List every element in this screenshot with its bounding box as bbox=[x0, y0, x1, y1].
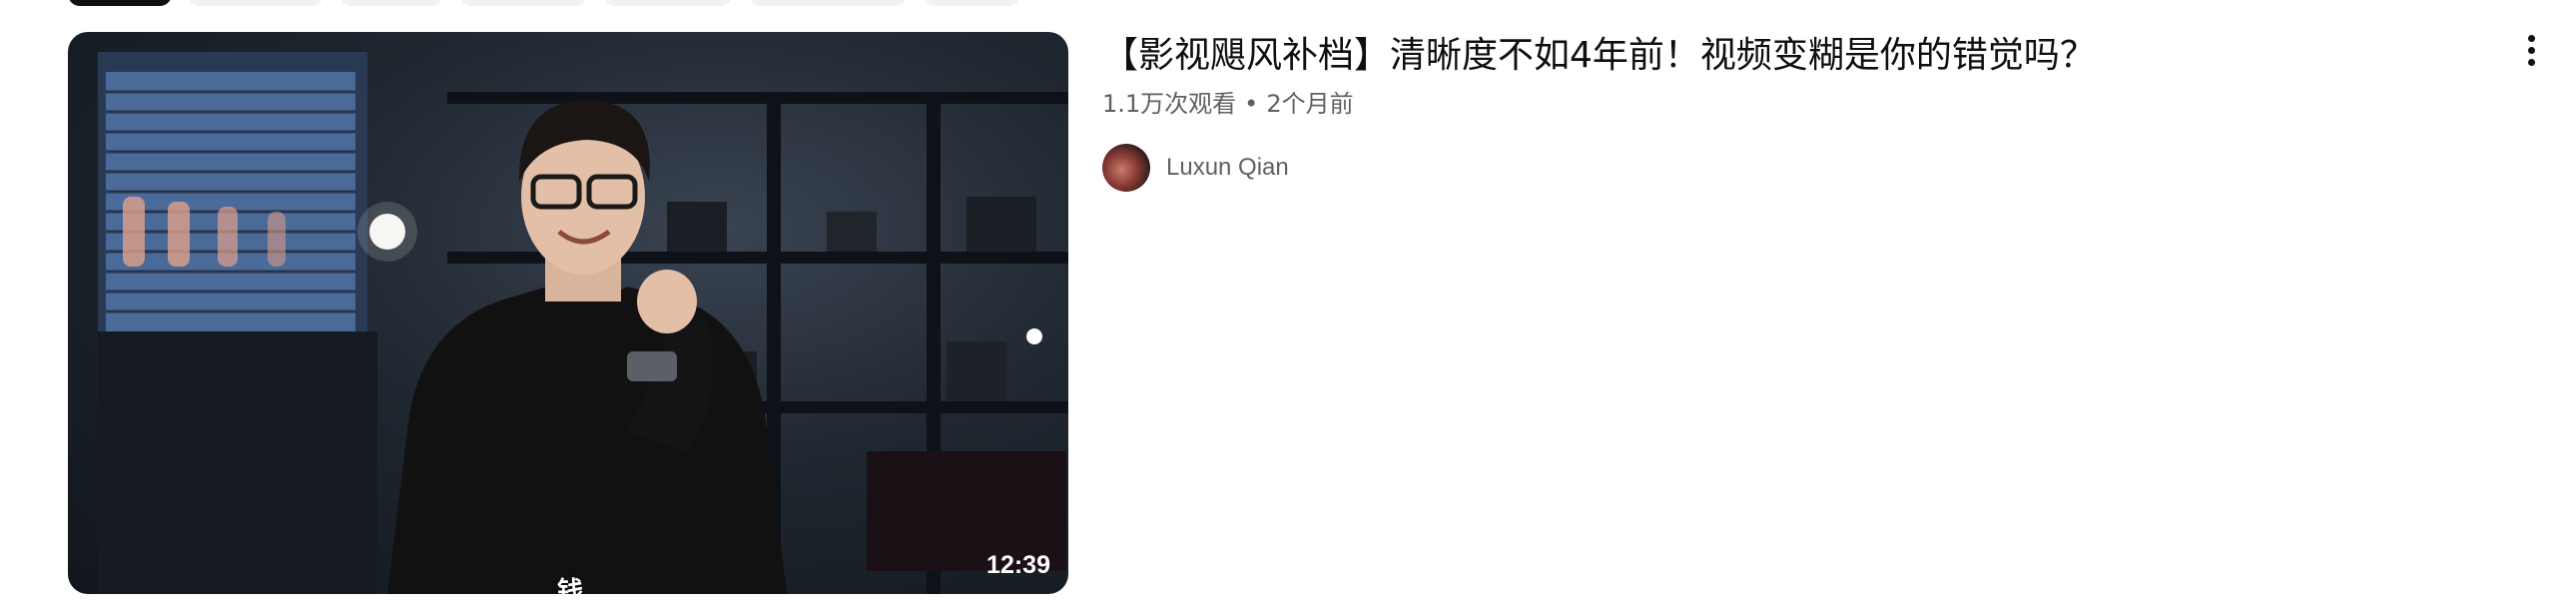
menu-dot bbox=[2527, 46, 2535, 54]
video-title[interactable]: 【影视飓风补档】清晰度不如4年前！视频变糊是你的错觉吗？ bbox=[1102, 30, 2460, 82]
video-caption: 钱 bbox=[557, 577, 584, 594]
menu-dot bbox=[2527, 58, 2535, 66]
filter-chip[interactable] bbox=[923, 0, 1020, 6]
channel-name[interactable]: Luxun Qian bbox=[1166, 154, 1289, 182]
filter-chip[interactable] bbox=[459, 0, 587, 6]
video-meta: 1.1万次观看 • 2个月前 bbox=[1102, 84, 1354, 119]
filter-chip-bar bbox=[68, 0, 1020, 6]
meta-separator: • bbox=[1244, 90, 1259, 118]
channel-link[interactable]: Luxun Qian bbox=[1102, 144, 1289, 192]
filter-chip[interactable] bbox=[339, 0, 443, 6]
filter-chip[interactable] bbox=[603, 0, 733, 6]
more-vert-icon[interactable] bbox=[2511, 28, 2551, 72]
filter-chip[interactable] bbox=[749, 0, 907, 6]
thumbnail-image bbox=[98, 52, 1068, 594]
avatar[interactable] bbox=[1102, 144, 1150, 192]
menu-dot bbox=[2527, 34, 2535, 42]
duration-badge: 12:39 bbox=[986, 551, 1050, 579]
filter-chip-active[interactable] bbox=[68, 0, 172, 6]
video-thumbnail[interactable]: 钱 12:39 bbox=[68, 32, 1068, 594]
video-result-row: 钱 12:39 【影视飓风补档】清晰度不如4年前！视频变糊是你的错觉吗？ 1.1… bbox=[0, 0, 2576, 613]
filter-chip[interactable] bbox=[188, 0, 323, 6]
view-count: 1.1万次观看 bbox=[1102, 90, 1237, 118]
upload-age: 2个月前 bbox=[1266, 90, 1354, 118]
